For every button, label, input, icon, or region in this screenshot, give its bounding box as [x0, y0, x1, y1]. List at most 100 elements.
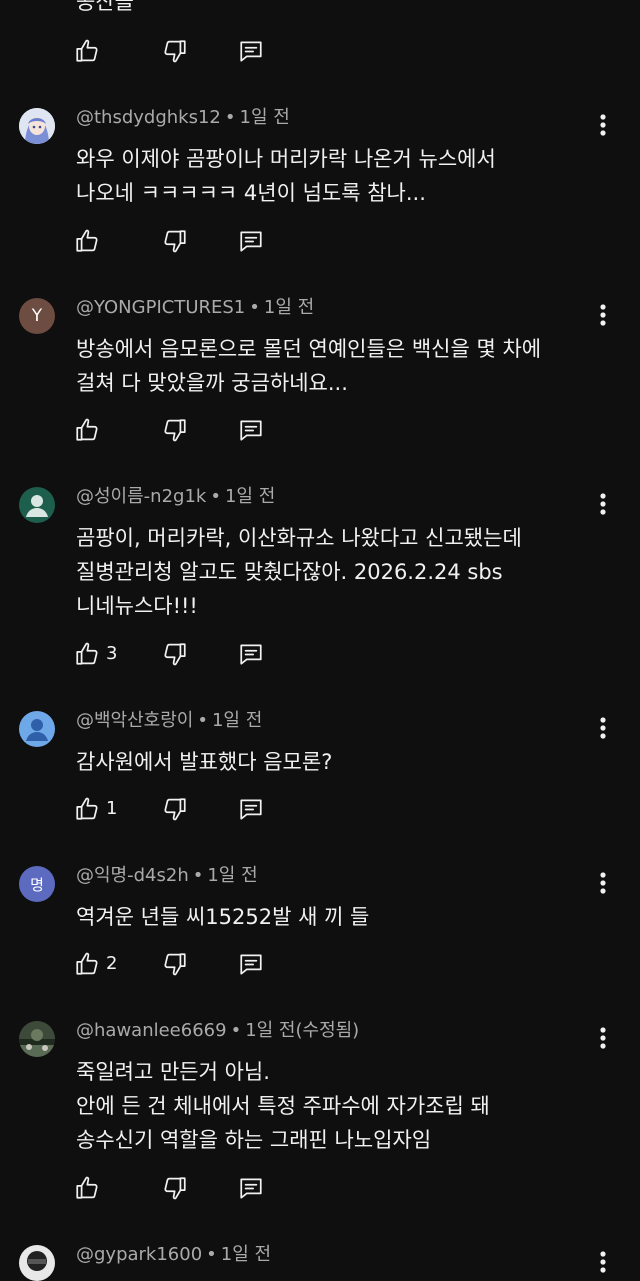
comment-line: 나오네 ㅋㅋㅋㅋㅋ 4년이 넘도록 참나... [76, 181, 426, 205]
more-options-button[interactable] [592, 1247, 614, 1277]
comment-icon [240, 420, 262, 441]
comment-line: 안에 든 건 체내에서 특정 주파수에 자가조립 돼 [76, 1094, 490, 1118]
avatar[interactable] [19, 1245, 55, 1281]
comment-line: 송수신기 역할을 하는 그래핀 나노입자임 [76, 1128, 432, 1152]
more-options-button[interactable] [592, 110, 614, 140]
comment-text: 와우 이제야 곰팡이나 머리카락 나온거 뉴스에서 나오네 ㅋㅋㅋㅋㅋ 4년이 … [76, 142, 496, 210]
comment-icon [240, 954, 262, 975]
more-vertical-icon [600, 1027, 606, 1049]
like-button[interactable]: 2 [74, 951, 162, 977]
more-vertical-icon [600, 114, 606, 136]
previous-comment-text: 공산을 [76, 0, 134, 14]
comment-meta: @YONGPICTURES1 • 1일 전 [76, 297, 315, 318]
comment-icon [240, 231, 262, 252]
comment-text: 곰팡이, 머리카락, 이산화규소 나왔다고 신고됐는데 질병관리청 알고도 맞췄… [76, 521, 522, 623]
comment-line: 방송에서 음모론으로 몰던 연예인들은 백신을 몇 차에 [76, 337, 542, 361]
more-vertical-icon [600, 872, 606, 894]
thumb-down-icon [164, 419, 186, 442]
dislike-button[interactable] [162, 417, 238, 443]
dislike-button[interactable] [162, 641, 238, 667]
dislike-button[interactable] [162, 796, 238, 822]
reply-button[interactable] [238, 1175, 264, 1201]
photo-avatar-image [19, 1245, 55, 1281]
more-vertical-icon [600, 493, 606, 515]
reply-button[interactable] [238, 796, 264, 822]
photo-avatar-image [19, 1021, 55, 1057]
comment-line: 질병관리청 알고도 맞췄다잖아. 2026.2.24 sbs [76, 560, 503, 584]
comment-line: 곰팡이, 머리카락, 이산화규소 나왔다고 신고됐는데 [76, 526, 522, 550]
comment-meta: @hawanlee6669 • 1일 전(수정됨) [76, 1020, 360, 1041]
thumb-up-icon [76, 1176, 98, 1199]
avatar[interactable] [19, 1021, 55, 1057]
thumb-down-icon [164, 40, 186, 63]
dislike-button[interactable] [162, 951, 238, 977]
reply-button[interactable] [238, 228, 264, 254]
thumb-up-icon [76, 642, 98, 665]
thumb-down-icon [164, 953, 186, 976]
avatar-letter: 명 [30, 875, 44, 894]
like-button[interactable]: 3 [74, 641, 162, 667]
author-handle[interactable]: @gypark1600 [76, 1244, 202, 1265]
avatar[interactable] [19, 711, 55, 747]
thumb-down-icon [164, 643, 186, 666]
thumb-down-icon [164, 798, 186, 821]
comment-line: 역겨운 년들 씨15252발 새 끼 들 [76, 905, 370, 929]
comment-line: 감사원에서 발표했다 음모론? [76, 750, 333, 774]
comment-text: 역겨운 년들 씨15252발 새 끼 들 [76, 900, 369, 934]
comment-meta: @성이름-n2g1k • 1일 전 [76, 486, 276, 507]
like-button[interactable] [74, 38, 162, 64]
comment-time: 1일 전 [207, 865, 258, 886]
author-handle[interactable]: @성이름-n2g1k [76, 486, 206, 507]
reply-button[interactable] [238, 641, 264, 667]
like-button[interactable] [74, 1175, 162, 1201]
more-vertical-icon [600, 304, 606, 326]
author-handle[interactable]: @hawanlee6669 [76, 1020, 227, 1041]
more-options-button[interactable] [592, 868, 614, 898]
more-options-button[interactable] [592, 1023, 614, 1053]
comment-time: 1일 전 [224, 486, 276, 507]
comment-line: 니네뉴스다!!! [76, 594, 198, 618]
dislike-button[interactable] [162, 228, 238, 254]
comment-time: 1일 전 [211, 710, 263, 731]
like-button[interactable] [74, 228, 162, 254]
thumb-up-icon [76, 418, 98, 441]
comment-time: 1일 전 [220, 1244, 272, 1265]
more-options-button[interactable] [592, 713, 614, 743]
dislike-button[interactable] [162, 1175, 238, 1201]
avatar-letter: Y [31, 306, 43, 326]
comment-time: 1일 전 [263, 297, 315, 318]
dislike-button[interactable] [162, 38, 238, 64]
like-button[interactable]: 1 [74, 796, 162, 822]
reply-button[interactable] [238, 38, 264, 64]
more-options-button[interactable] [592, 489, 614, 519]
avatar[interactable] [19, 108, 55, 144]
author-handle[interactable]: @익명-d4s2h [76, 865, 189, 886]
comment-icon [240, 1178, 262, 1199]
more-vertical-icon [600, 1251, 606, 1273]
more-options-button[interactable] [592, 300, 614, 330]
avatar[interactable]: Y [19, 298, 55, 334]
avatar[interactable]: 명 [19, 866, 55, 902]
like-button[interactable] [74, 417, 162, 443]
like-count: 1 [106, 798, 118, 819]
avatar[interactable] [19, 487, 55, 523]
comment-actions: 1 [74, 796, 264, 822]
comment-actions: 3 [74, 641, 264, 667]
thumb-up-icon [76, 952, 98, 975]
like-count: 2 [106, 953, 118, 974]
author-handle[interactable]: @백악산호랑이 [76, 710, 193, 731]
comment-text: 감사원에서 발표했다 음모론? [76, 745, 332, 779]
comment-meta: @gypark1600 • 1일 전 [76, 1244, 272, 1265]
comment-meta: @백악산호랑이 • 1일 전 [76, 710, 263, 731]
author-handle[interactable]: @YONGPICTURES1 [76, 297, 245, 318]
comment-text: 죽일려고 만든거 아님. 안에 든 건 체내에서 특정 주파수에 자가조립 돼 … [76, 1055, 490, 1157]
reply-button[interactable] [238, 951, 264, 977]
author-handle[interactable]: @thsdydghks12 [76, 107, 221, 128]
thumb-up-icon [76, 229, 98, 252]
comment-actions: 2 [74, 951, 264, 977]
comment-text: 방송에서 음모론으로 몰던 연예인들은 백신을 몇 차에 걸쳐 다 맞았을까 궁… [76, 332, 541, 400]
reply-button[interactable] [238, 417, 264, 443]
comment-meta: @thsdydghks12 • 1일 전 [76, 107, 290, 128]
more-vertical-icon [600, 717, 606, 739]
comment-actions [74, 228, 264, 254]
